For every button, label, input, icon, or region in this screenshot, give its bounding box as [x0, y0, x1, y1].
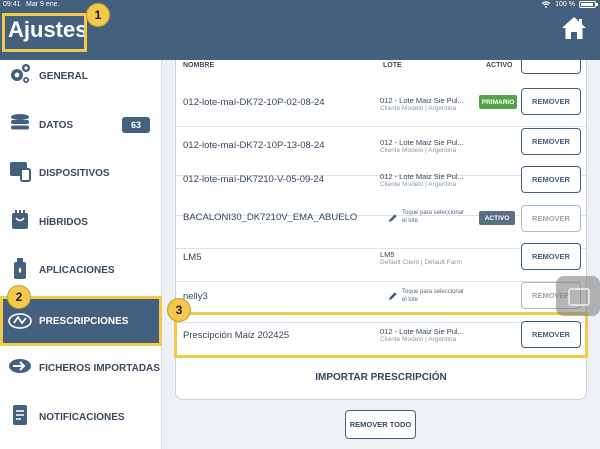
column-header-active: ACTIVO	[486, 62, 513, 69]
import-files-icon	[9, 359, 31, 373]
sidebar-item-ficheros-importadas[interactable]: FICHEROS IMPORTADAS	[0, 348, 162, 388]
lote-name: LM5	[380, 250, 395, 259]
prescription-name: 012-lote-maí-DK7210-V-05-09-24	[183, 174, 324, 185]
callout-2: 2	[7, 285, 31, 309]
callout-3: 3	[167, 298, 191, 322]
sidebar-item-dispositivos[interactable]: DISPOSITIVOS	[0, 153, 162, 193]
sidebar-item-hibridos[interactable]: HÍBRIDOS	[0, 202, 162, 242]
remove-button[interactable]: REMOVER	[521, 166, 581, 193]
select-lote-hint-line1: Toque para seleccionar	[402, 210, 465, 216]
select-lote-hint-line1: Toque para seleccionar	[402, 289, 465, 295]
count-badge: 63	[122, 117, 150, 133]
remove-button[interactable]: REMOVER	[521, 205, 581, 232]
lote-name: 012 - Lote Maiz Sie Pul...	[380, 172, 464, 181]
remove-button[interactable]: REMOVER	[521, 88, 581, 115]
battery-percent: 100 %	[555, 1, 575, 8]
prescription-name: LM5	[183, 252, 202, 263]
sidebar-item-label: GENERAL	[39, 70, 88, 82]
pencil-icon[interactable]	[388, 291, 398, 301]
sidebar-item-general[interactable]: GENERAL	[0, 56, 162, 96]
home-icon	[562, 17, 586, 39]
wifi-icon	[541, 1, 551, 8]
assistive-touch-handle[interactable]	[556, 276, 600, 316]
callout-1: 1	[86, 3, 110, 27]
select-lote-hint-line2: el lote	[402, 218, 419, 224]
database-icon	[11, 114, 29, 130]
lote-client: Cliente Modelo | Argentina	[380, 181, 457, 188]
pencil-icon[interactable]	[388, 213, 398, 223]
primary-badge: PRIMARIO	[479, 95, 517, 109]
sidebar-item-label: HÍBRIDOS	[39, 216, 88, 228]
gears-icon	[11, 64, 30, 83]
column-header-name: NOMBRE	[183, 62, 215, 69]
sidebar-item-notificaciones[interactable]: NOTIFICACIONES	[0, 397, 162, 437]
partial-remove-button[interactable]	[521, 60, 581, 74]
prescription-name: 012-lote-maí-DK72-10P-02-08-24	[183, 97, 325, 108]
prescription-name: BACALONI30_DK7210V_EMA_ABUELO	[183, 212, 358, 223]
lote-name: 012 - Lote Maiz Sie Pul...	[380, 138, 464, 147]
notifications-icon	[13, 405, 27, 425]
title-highlight-box	[2, 13, 87, 52]
sidebar-item-label: DISPOSITIVOS	[39, 167, 110, 179]
remove-button[interactable]: REMOVER	[521, 243, 581, 270]
select-lote-hint[interactable]: Toque para seleccionar el lote	[402, 209, 464, 225]
sidebar-item-aplicaciones[interactable]: APLICACIONES	[0, 250, 162, 290]
sidebar-item-datos[interactable]: DATOS 63	[0, 105, 162, 145]
status-indicators: 100 %	[541, 1, 598, 8]
remove-button[interactable]: REMOVER	[521, 128, 581, 155]
remove-all-button[interactable]: REMOVER TODO	[345, 410, 416, 439]
prescription-name: 012-lote-maí-DK72-10P-13-08-24	[183, 140, 325, 151]
lote-client: Cliente Modelo | Argentina	[380, 105, 457, 112]
sidebar-item-label: APLICACIONES	[39, 264, 115, 276]
sidebar-item-label: NOTIFICACIONES	[39, 411, 125, 423]
import-prescription-button[interactable]: IMPORTAR PRESCRIPCIÓN	[176, 362, 586, 392]
lote-client: Default Client | Default Farm	[380, 259, 462, 266]
select-lote-hint-line2: el lote	[402, 297, 419, 303]
status-time: 09:41	[3, 1, 21, 8]
lote-name: 012 - Lote Maiz Sie Pul...	[380, 96, 464, 105]
active-badge: ACTIVO	[479, 211, 515, 225]
lote-client: Cliente Modelo | Argentina	[380, 147, 457, 154]
hybrids-icon	[12, 210, 28, 229]
home-button[interactable]	[561, 15, 587, 41]
prescription-row-highlight-box	[174, 312, 588, 358]
status-date: Mar 9 ene.	[26, 1, 60, 8]
sidebar-item-label: FICHEROS IMPORTADAS	[39, 362, 160, 374]
column-header-lote: LOTE	[383, 62, 402, 69]
select-lote-hint[interactable]: Toque para seleccionar el lote	[402, 288, 464, 304]
battery-icon	[579, 1, 598, 8]
sidebar-item-label: DATOS	[39, 119, 74, 131]
devices-icon	[10, 162, 31, 182]
applications-icon	[14, 258, 26, 279]
